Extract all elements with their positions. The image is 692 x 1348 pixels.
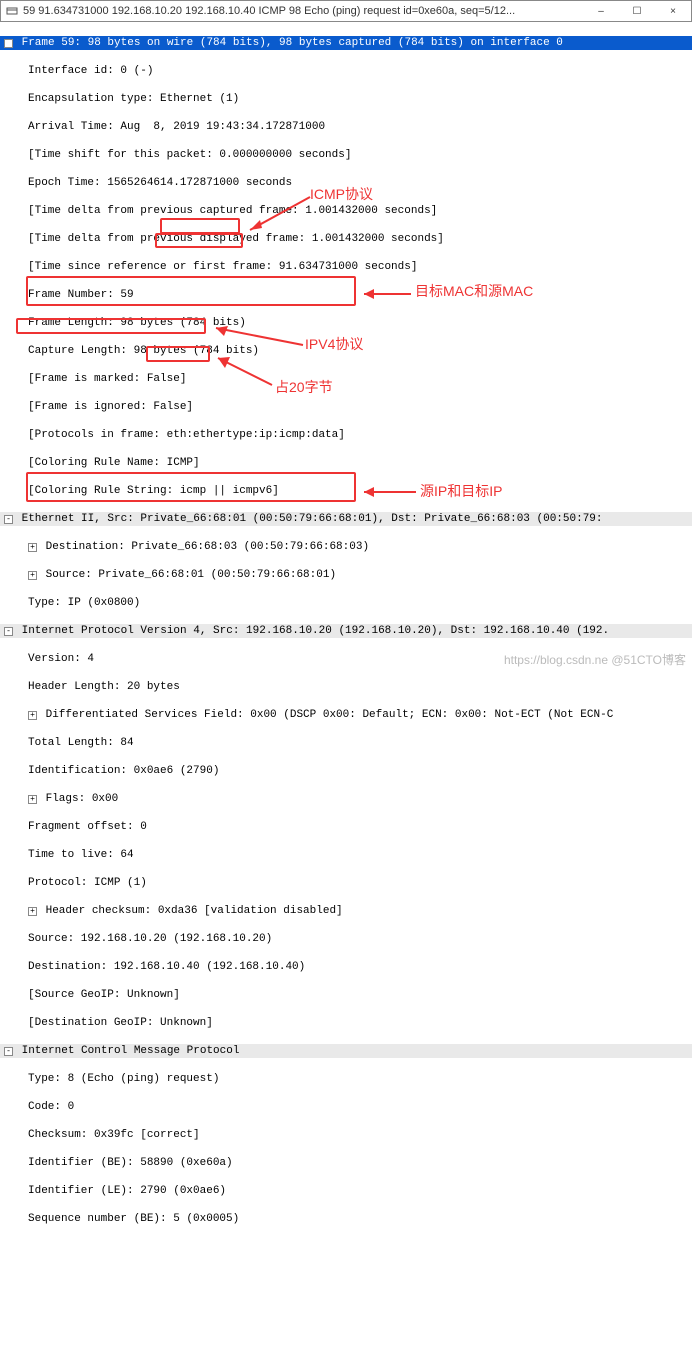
frame-interface-id[interactable]: Interface id: 0 (-) xyxy=(0,64,692,78)
icmp-id-be[interactable]: Identifier (BE): 58890 (0xe60a) xyxy=(0,1156,692,1170)
annotation-ips: 源IP和目标IP xyxy=(420,484,502,498)
frame-length[interactable]: Frame Length: 98 bytes (784 bits) xyxy=(0,316,692,330)
collapse-icon[interactable]: - xyxy=(4,39,13,48)
eth-type[interactable]: Type: IP (0x0800) xyxy=(0,596,692,610)
frame-ignored[interactable]: [Frame is ignored: False] xyxy=(0,400,692,414)
icmp-code[interactable]: Code: 0 xyxy=(0,1100,692,1114)
expand-icon[interactable]: + xyxy=(28,543,37,552)
frame-color-string[interactable]: [Coloring Rule String: icmp || icmpv6] xyxy=(0,484,692,498)
app-icon xyxy=(5,4,19,18)
ip-fragment-offset[interactable]: Fragment offset: 0 xyxy=(0,820,692,834)
ip-identification[interactable]: Identification: 0x0ae6 (2790) xyxy=(0,764,692,778)
packet-tree[interactable]: - Frame 59: 98 bytes on wire (784 bits),… xyxy=(0,22,692,1348)
ip-protocol[interactable]: Protocol: ICMP (1) xyxy=(0,876,692,890)
ip-total-length[interactable]: Total Length: 84 xyxy=(0,736,692,750)
watermark: https://blog.csdn.ne @51CTO博客 xyxy=(504,651,686,668)
icmp-checksum[interactable]: Checksum: 0x39fc [correct] xyxy=(0,1128,692,1142)
minimize-button[interactable]: – xyxy=(583,1,619,21)
icmp-type[interactable]: Type: 8 (Echo (ping) request) xyxy=(0,1072,692,1086)
frame-protocols[interactable]: [Protocols in frame: eth:ethertype:ip:ic… xyxy=(0,428,692,442)
icmp-seq-be[interactable]: Sequence number (BE): 5 (0x0005) xyxy=(0,1212,692,1226)
window-title: 59 91.634731000 192.168.10.20 192.168.10… xyxy=(23,5,583,17)
ip-flags[interactable]: + Flags: 0x00 xyxy=(0,792,692,806)
eth-source[interactable]: + Source: Private_66:68:01 (00:50:79:66:… xyxy=(0,568,692,582)
icmp-id-le[interactable]: Identifier (LE): 2790 (0x0ae6) xyxy=(0,1184,692,1198)
ip-header-length[interactable]: Header Length: 20 bytes xyxy=(0,680,692,694)
collapse-icon[interactable]: - xyxy=(4,627,13,636)
frame-timeshift[interactable]: [Time shift for this packet: 0.000000000… xyxy=(0,148,692,162)
frame-delta-disp[interactable]: [Time delta from previous displayed fram… xyxy=(0,232,692,246)
collapse-icon[interactable]: - xyxy=(4,1047,13,1056)
annotation-20bytes: 占20字节 xyxy=(275,380,333,394)
eth-destination[interactable]: + Destination: Private_66:68:03 (00:50:7… xyxy=(0,540,692,554)
annotation-ipv4: IPV4协议 xyxy=(305,337,363,351)
ip-header-row[interactable]: - Internet Protocol Version 4, Src: 192.… xyxy=(0,624,692,638)
ip-source[interactable]: Source: 192.168.10.20 (192.168.10.20) xyxy=(0,932,692,946)
ip-checksum[interactable]: + Header checksum: 0xda36 [validation di… xyxy=(0,904,692,918)
ethernet-header-row[interactable]: - Ethernet II, Src: Private_66:68:01 (00… xyxy=(0,512,692,526)
icmp-header-row[interactable]: - Internet Control Message Protocol xyxy=(0,1044,692,1058)
frame-number[interactable]: Frame Number: 59 xyxy=(0,288,692,302)
frame-encapsulation[interactable]: Encapsulation type: Ethernet (1) xyxy=(0,92,692,106)
frame-delta-prev[interactable]: [Time delta from previous captured frame… xyxy=(0,204,692,218)
frame-color-name[interactable]: [Coloring Rule Name: ICMP] xyxy=(0,456,692,470)
frame-marked[interactable]: [Frame is marked: False] xyxy=(0,372,692,386)
ip-dscp[interactable]: + Differentiated Services Field: 0x00 (D… xyxy=(0,708,692,722)
expand-icon[interactable]: + xyxy=(28,907,37,916)
expand-icon[interactable]: + xyxy=(28,571,37,580)
frame-since-ref[interactable]: [Time since reference or first frame: 91… xyxy=(0,260,692,274)
close-button[interactable]: × xyxy=(655,1,691,21)
ip-dest-geoip[interactable]: [Destination GeoIP: Unknown] xyxy=(0,1016,692,1030)
expand-icon[interactable]: + xyxy=(28,711,37,720)
frame-header-row[interactable]: - Frame 59: 98 bytes on wire (784 bits),… xyxy=(0,36,692,50)
annotation-icmp-proto: ICMP协议 xyxy=(310,187,373,201)
ip-destination[interactable]: Destination: 192.168.10.40 (192.168.10.4… xyxy=(0,960,692,974)
ip-ttl[interactable]: Time to live: 64 xyxy=(0,848,692,862)
ip-source-geoip[interactable]: [Source GeoIP: Unknown] xyxy=(0,988,692,1002)
expand-icon[interactable]: + xyxy=(28,795,37,804)
frame-arrival[interactable]: Arrival Time: Aug 8, 2019 19:43:34.17287… xyxy=(0,120,692,134)
collapse-icon[interactable]: - xyxy=(4,515,13,524)
window-titlebar: 59 91.634731000 192.168.10.20 192.168.10… xyxy=(0,0,692,22)
maximize-button[interactable]: ☐ xyxy=(619,1,655,21)
annotation-mac: 目标MAC和源MAC xyxy=(415,284,533,298)
